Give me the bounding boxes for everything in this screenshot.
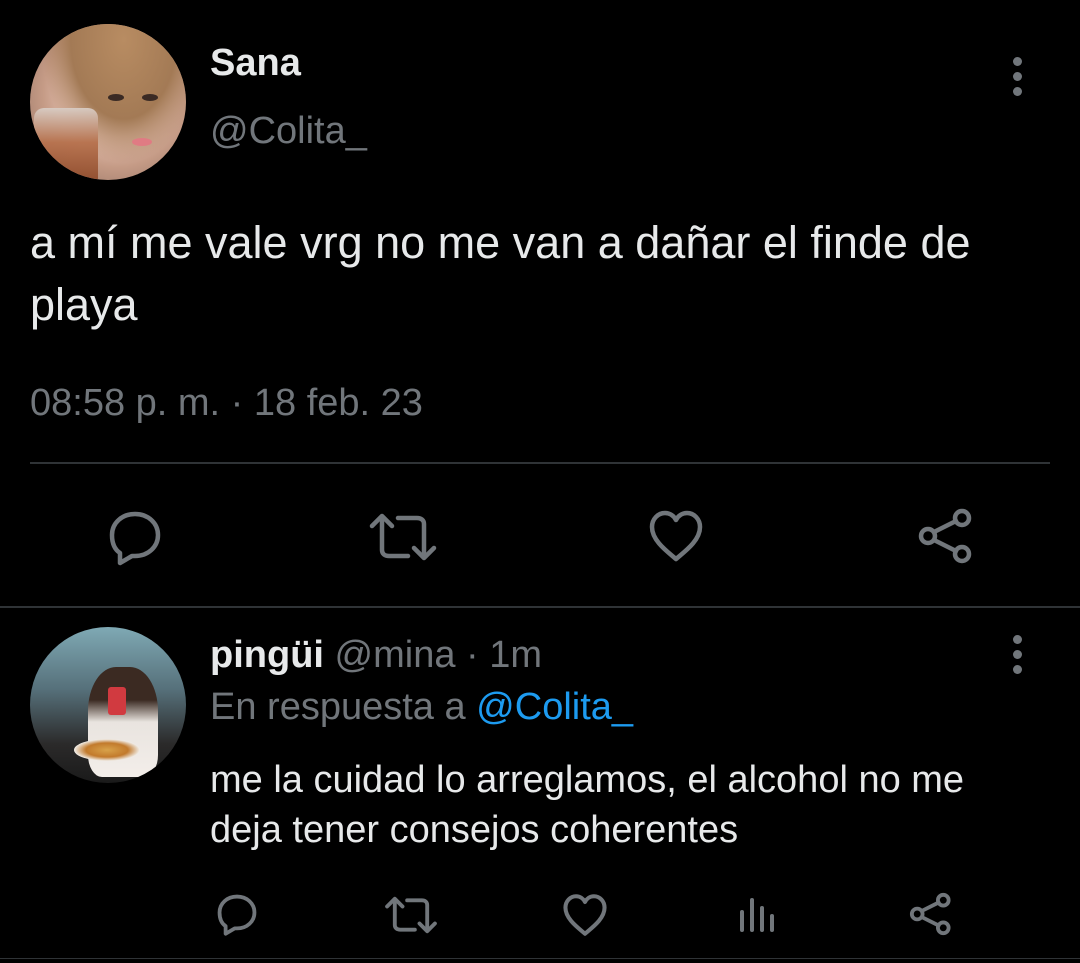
divider — [0, 958, 1080, 959]
reply-icon[interactable] — [106, 508, 164, 566]
reply-author-handle[interactable]: @mina — [335, 634, 456, 676]
main-author-avatar[interactable] — [30, 24, 186, 180]
reply-author-name[interactable]: pingüi — [210, 634, 324, 676]
replying-to-label: En respuesta a — [210, 686, 466, 728]
divider — [0, 606, 1080, 608]
share-icon[interactable] — [916, 508, 976, 564]
retweet-icon[interactable] — [384, 894, 438, 936]
replying-to-handle-link[interactable]: @Colita_ — [476, 686, 633, 728]
main-author-handle[interactable]: @Colita_ — [210, 110, 367, 153]
reply-icon[interactable] — [214, 892, 260, 936]
reply-time-ago: · 1m — [466, 634, 543, 676]
more-options-icon[interactable] — [1011, 635, 1023, 680]
more-options-icon[interactable] — [1011, 57, 1023, 102]
main-tweet-text: a mí me vale vrg no me van a dañar el fi… — [30, 217, 971, 330]
divider — [30, 462, 1050, 464]
share-icon[interactable] — [908, 892, 954, 936]
reply-author-avatar[interactable] — [30, 627, 186, 783]
views-icon[interactable] — [738, 894, 778, 934]
like-icon[interactable] — [648, 509, 704, 563]
retweet-icon[interactable] — [368, 510, 438, 564]
replying-to-line: En respuesta a @Colita_ — [210, 686, 633, 729]
reply-header: pingüi @mina · 1m — [210, 634, 542, 677]
reply-tweet-text: me la cuidad lo arreglamos, el alcohol n… — [210, 759, 965, 851]
main-author-name[interactable]: Sana — [210, 42, 301, 85]
like-icon[interactable] — [562, 893, 608, 937]
main-tweet-timestamp: 08:58 p. m. · 18 feb. 23 — [30, 382, 423, 424]
